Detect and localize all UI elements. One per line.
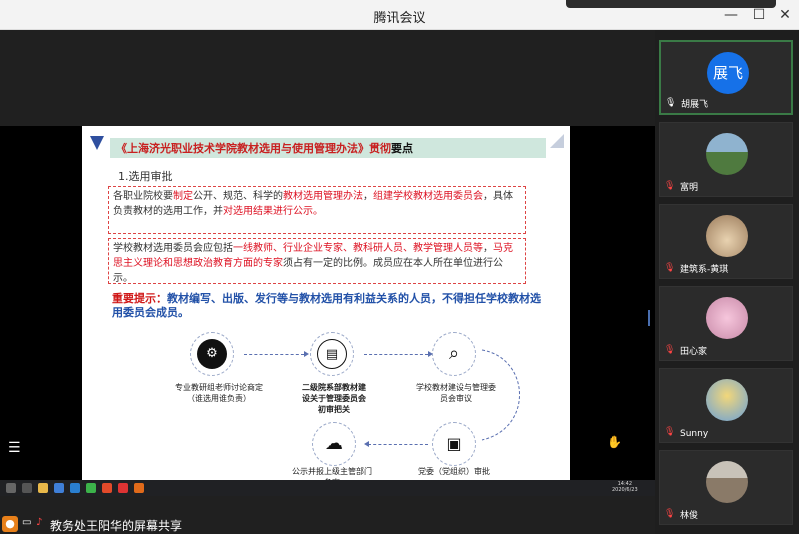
ppt-icon	[134, 483, 144, 493]
mic-muted-icon: 🎙	[664, 345, 676, 355]
step-5: ☁	[312, 422, 356, 466]
shared-taskbar: 14:42 2020/6/23	[0, 480, 655, 496]
pdf-icon	[118, 483, 128, 493]
window-title: 腾讯会议	[373, 11, 426, 26]
arrowhead	[364, 441, 369, 447]
participant-namebar: 🎙 Sunny	[660, 424, 794, 442]
participant-namebar: 🎙 建筑系-黄琪	[660, 260, 794, 278]
text: 教材选用管理办法	[283, 191, 363, 202]
screen-share-indicator: ● ▭ ♪ 教务处王阳华的屏幕共享	[0, 514, 220, 534]
participant-name: 田心家	[680, 347, 708, 357]
top-toolbar-strip[interactable]	[566, 0, 776, 8]
policy-box-2: 学校教材选用委员会应包括一线教师、行业企业专家、教科研人员、教学管理人员等，马克…	[108, 238, 526, 284]
text: ，	[483, 243, 493, 254]
step-4: ▣	[432, 422, 476, 466]
menu-icon[interactable]: ☰	[8, 440, 22, 456]
mic-muted-icon: 🎙	[664, 181, 676, 191]
participant-name: 富明	[680, 183, 699, 193]
step-3: ⌕	[432, 332, 476, 376]
participant-name: Sunny	[680, 429, 709, 439]
step-4-caption: 党委（党组织）审批	[418, 467, 490, 476]
close-button[interactable]: ✕	[774, 4, 796, 26]
mic-muted-icon: 🎙	[664, 427, 676, 437]
hand-cursor-icon: ✋	[607, 435, 622, 449]
participant-name: 建筑系-黄琪	[680, 265, 729, 275]
page-corner-decoration	[550, 134, 564, 148]
participant-namebar: 🎙 胡展飞	[661, 95, 795, 113]
participant-tile[interactable]: 🎙 林俊	[659, 450, 793, 525]
wps-icon	[102, 483, 112, 493]
presentation-slide: 《上海济光职业技术学院教材选用与使用管理办法》贯彻要点 1.选用审批 各职业院校…	[82, 126, 570, 480]
participant-sidebar: 展飞 🎙 胡展飞 🎙 富明 🎙 建筑系-黄琪 🎙 田心家 🎙 Sunny 🎙 林…	[655, 30, 799, 534]
notice-text: 教材编写、出版、发行等与教材选用有利益关系的人员，不得担任学校教材选用委员会成员…	[112, 292, 541, 319]
participant-name: 胡展飞	[681, 100, 709, 110]
browser-icon	[54, 483, 64, 493]
head-gear-icon: ⚙	[197, 339, 227, 369]
participant-tile[interactable]: 🎙 田心家	[659, 286, 793, 361]
flow-arrow	[244, 354, 304, 355]
arrowhead	[304, 351, 309, 357]
shared-desktop: 《上海济光职业技术学院教材选用与使用管理办法》贯彻要点 1.选用审批 各职业院校…	[0, 126, 655, 496]
mic-muted-icon: 🎙	[664, 263, 676, 273]
avatar	[706, 379, 748, 421]
participant-tile[interactable]: 🎙 Sunny	[659, 368, 793, 443]
avatar	[706, 297, 748, 339]
screen-icon: ▭	[22, 517, 32, 528]
step-5-caption: 公示并报上级主管部门备案	[292, 467, 372, 480]
wechat-icon	[86, 483, 96, 493]
text: 学校教材选用委员会应包括	[113, 243, 233, 254]
text: 组建学校教材选用委员会	[373, 191, 483, 202]
mic-muted-icon: ♪	[36, 517, 43, 528]
text: 各职业院校要	[113, 191, 173, 202]
participant-namebar: 🎙 田心家	[660, 342, 794, 360]
slide-title-main: 《上海济光职业技术学院教材选用与使用管理办法》贯彻	[116, 142, 391, 155]
search-icon	[22, 483, 32, 493]
folder-icon	[38, 483, 48, 493]
avatar	[706, 133, 748, 175]
taskbar-date: 2020/6/23	[612, 487, 638, 493]
presentation-icon: ▤	[317, 339, 347, 369]
step-2: ▤	[310, 332, 354, 376]
shared-screen-area: 《上海济光职业技术学院教材选用与使用管理办法》贯彻要点 1.选用审批 各职业院校…	[0, 30, 655, 534]
start-icon	[6, 483, 16, 493]
scroll-indicator	[648, 310, 650, 326]
magnifier-icon: ⌕	[439, 339, 469, 369]
avatar	[706, 461, 748, 503]
policy-box-1: 各职业院校要制定公开、规范、科学的教材选用管理办法，组建学校教材选用委员会，具体…	[108, 186, 526, 234]
step-1-caption: 专业教研组老师讨论商定（谁选用谁负责）	[175, 383, 263, 403]
participant-name: 林俊	[680, 511, 699, 521]
curved-flow-arrow	[481, 349, 520, 441]
avatar	[706, 215, 748, 257]
participant-tile[interactable]: 🎙 建筑系-黄琪	[659, 204, 793, 279]
text: 公开、规范、科学的	[193, 191, 283, 202]
slide-subhead: 1.选用审批	[118, 170, 173, 183]
text: 制定	[173, 191, 193, 202]
text: 一线教师、行业企业专家、教科研人员、教学管理人员等	[233, 243, 483, 254]
avatar: 展飞	[707, 52, 749, 94]
text: 对选用结果进行公示。	[223, 206, 323, 217]
important-notice: 重要提示：教材编写、出版、发行等与教材选用有利益关系的人员，不得担任学校教材选用…	[112, 292, 542, 320]
app-icon	[70, 483, 80, 493]
slide-title-tail: 要点	[391, 142, 413, 155]
flow-arrow	[364, 354, 428, 355]
lock-icon: ▣	[439, 429, 469, 459]
participant-namebar: 🎙 林俊	[660, 506, 794, 524]
cloud-upload-icon: ☁	[319, 429, 349, 459]
taskbar-clock: 14:42 2020/6/23	[612, 481, 638, 493]
step-2-caption: 二级院系部教材建设关于管理委员会初审把关	[302, 383, 366, 414]
triangle-bullet-icon	[90, 136, 104, 150]
mic-icon: 🎙	[665, 98, 677, 108]
text: ，	[363, 191, 373, 202]
slide-title: 《上海济光职业技术学院教材选用与使用管理办法》贯彻要点	[116, 140, 413, 156]
mic-muted-icon: 🎙	[664, 509, 676, 519]
screen-share-label: 教务处王阳华的屏幕共享	[50, 519, 183, 533]
step-1: ⚙	[190, 332, 234, 376]
participant-tile[interactable]: 🎙 富明	[659, 122, 793, 197]
flow-arrow	[368, 444, 428, 445]
participant-tile[interactable]: 展飞 🎙 胡展飞	[659, 40, 793, 115]
participant-namebar: 🎙 富明	[660, 178, 794, 196]
person-icon: ●	[2, 516, 18, 532]
notice-label: 重要提示：	[112, 292, 167, 305]
